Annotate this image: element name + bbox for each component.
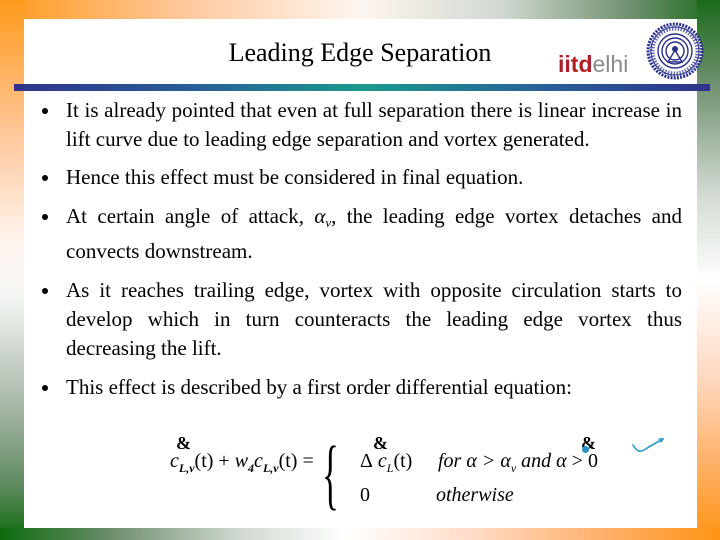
frame-bottom-band bbox=[0, 528, 720, 540]
eq-w-symbol: w bbox=[234, 450, 249, 472]
bullet-item: At certain angle of attack, αv, the lead… bbox=[40, 202, 682, 266]
alpha-symbol: α bbox=[314, 204, 326, 228]
equation-case-2-value: 0 bbox=[360, 484, 370, 506]
bullet-dot-icon bbox=[42, 108, 48, 114]
frame-left-band bbox=[0, 0, 24, 540]
bullet-text: As it reaches trailing edge, vortex with… bbox=[66, 278, 682, 360]
eq-subscript: L,v bbox=[262, 461, 279, 475]
bullet-dot-icon bbox=[42, 288, 48, 294]
handwritten-checkmark-icon bbox=[630, 436, 666, 456]
slide-title: Leading Edge Separation bbox=[228, 38, 492, 67]
bullet-text: This effect is described by a first orde… bbox=[66, 375, 572, 399]
bullet-item: This effect is described by a first orde… bbox=[40, 373, 682, 402]
equation-lhs: cL,v(t) + w4cL,v(t) = bbox=[170, 450, 314, 476]
eq-text: (t) = bbox=[278, 450, 314, 472]
logo-text-light: elhi bbox=[592, 51, 629, 77]
bullet-item: As it reaches trailing edge, vortex with… bbox=[40, 276, 682, 363]
equation-case-1-value: Δ cL(t) bbox=[360, 450, 412, 476]
eq-c-symbol: c bbox=[377, 450, 387, 472]
bullet-item: Hence this effect must be considered in … bbox=[40, 163, 682, 192]
equation-case-2-condition: otherwise bbox=[436, 484, 514, 506]
bullet-list: It is already pointed that even at full … bbox=[40, 96, 682, 412]
eq-text: (t) + bbox=[194, 450, 235, 472]
bullet-text: Hence this effect must be considered in … bbox=[66, 165, 524, 189]
differential-equation: & & & cL,v(t) + w4cL,v(t) = { Δ cL(t) fo… bbox=[170, 432, 640, 518]
bullet-text: It is already pointed that even at full … bbox=[66, 98, 682, 151]
bullet-dot-icon bbox=[42, 175, 48, 181]
equation-case-1-condition: for α > αv and α > 0 bbox=[438, 450, 598, 476]
eq-c-symbol: c bbox=[254, 450, 263, 472]
eq-c-symbol: c bbox=[170, 450, 179, 472]
condition-text: for α > α bbox=[438, 450, 511, 472]
bullet-dot-icon bbox=[42, 214, 48, 220]
eq-subscript: L,v bbox=[178, 461, 195, 475]
case-brace: { bbox=[322, 430, 339, 517]
logo-text-bold: iitd bbox=[558, 51, 593, 77]
frame-right-band bbox=[697, 0, 720, 540]
iit-delhi-emblem-icon bbox=[646, 22, 704, 80]
bullet-item: It is already pointed that even at full … bbox=[40, 96, 682, 154]
condition-text: and α bbox=[516, 450, 567, 472]
delta-symbol: Δ bbox=[360, 450, 373, 472]
iitdelhi-logo-text: iitdelhi bbox=[558, 50, 628, 78]
frame-top-band bbox=[0, 0, 720, 19]
title-divider bbox=[14, 84, 710, 91]
bullet-dot-icon bbox=[42, 385, 48, 391]
condition-text: > 0 bbox=[566, 450, 598, 472]
bullet-text-before: At certain angle of attack, bbox=[66, 204, 315, 228]
eq-text: (t) bbox=[393, 450, 413, 472]
